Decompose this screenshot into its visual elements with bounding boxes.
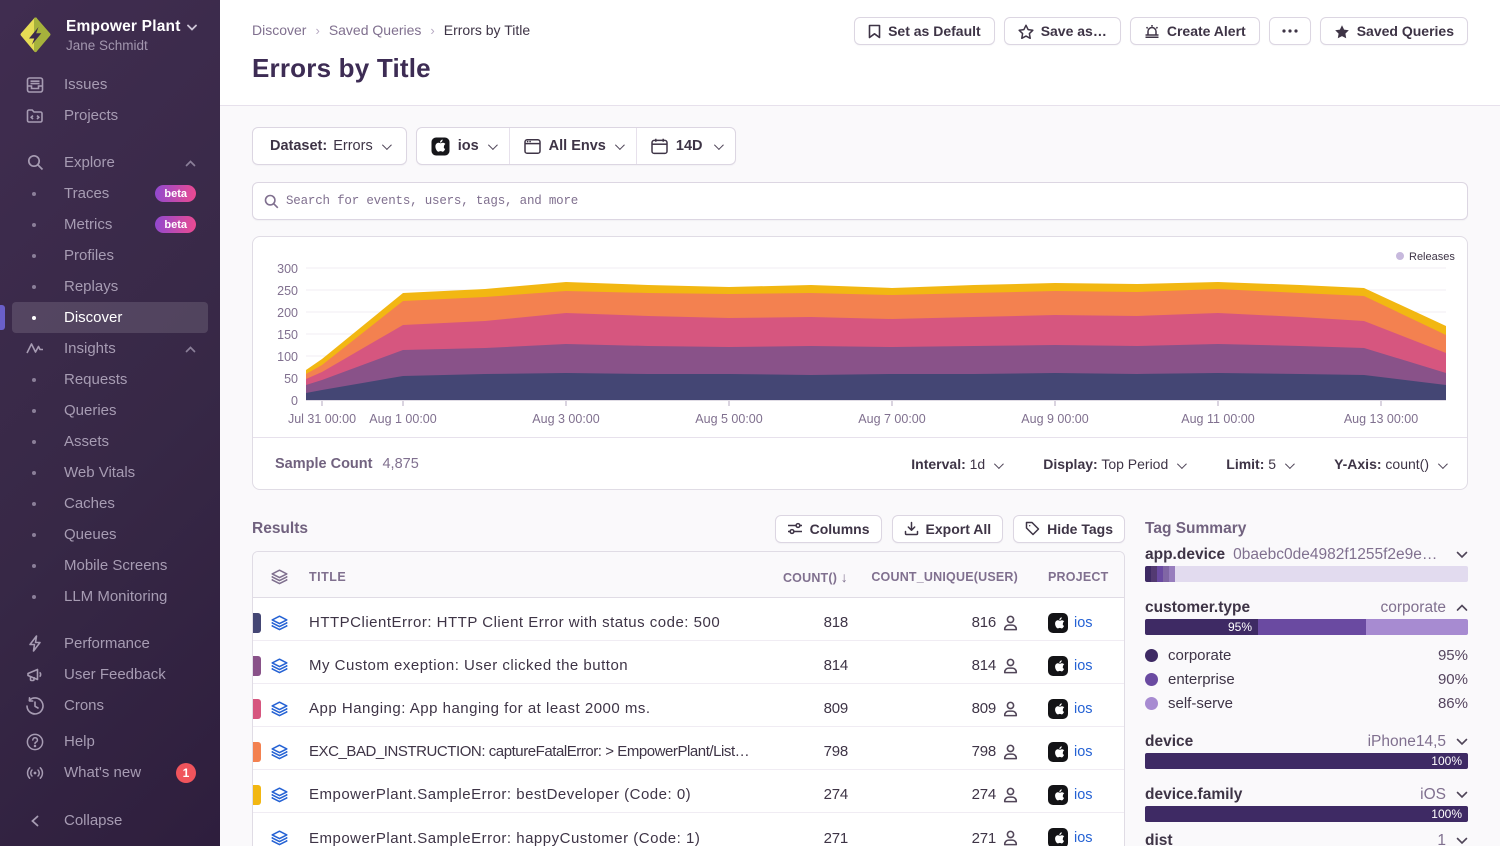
svg-text:Aug 7 00:00: Aug 7 00:00	[858, 412, 925, 426]
svg-text:Releases: Releases	[1409, 251, 1455, 263]
svg-text:Aug 11 00:00: Aug 11 00:00	[1181, 412, 1254, 426]
svg-text:Aug 1 00:00: Aug 1 00:00	[369, 412, 436, 426]
svg-text:150: 150	[277, 328, 298, 342]
svg-text:Aug 5 00:00: Aug 5 00:00	[695, 412, 762, 426]
svg-text:Aug 9 00:00: Aug 9 00:00	[1021, 412, 1088, 426]
svg-text:0: 0	[291, 394, 298, 408]
svg-text:Aug 13 00:00: Aug 13 00:00	[1344, 412, 1418, 426]
svg-text:Jul 31 00:00: Jul 31 00:00	[288, 412, 356, 426]
svg-text:Aug 3 00:00: Aug 3 00:00	[532, 412, 599, 426]
svg-text:200: 200	[277, 306, 298, 320]
svg-text:300: 300	[277, 262, 298, 276]
svg-text:100: 100	[277, 350, 298, 364]
svg-text:250: 250	[277, 284, 298, 298]
svg-text:50: 50	[284, 372, 298, 386]
